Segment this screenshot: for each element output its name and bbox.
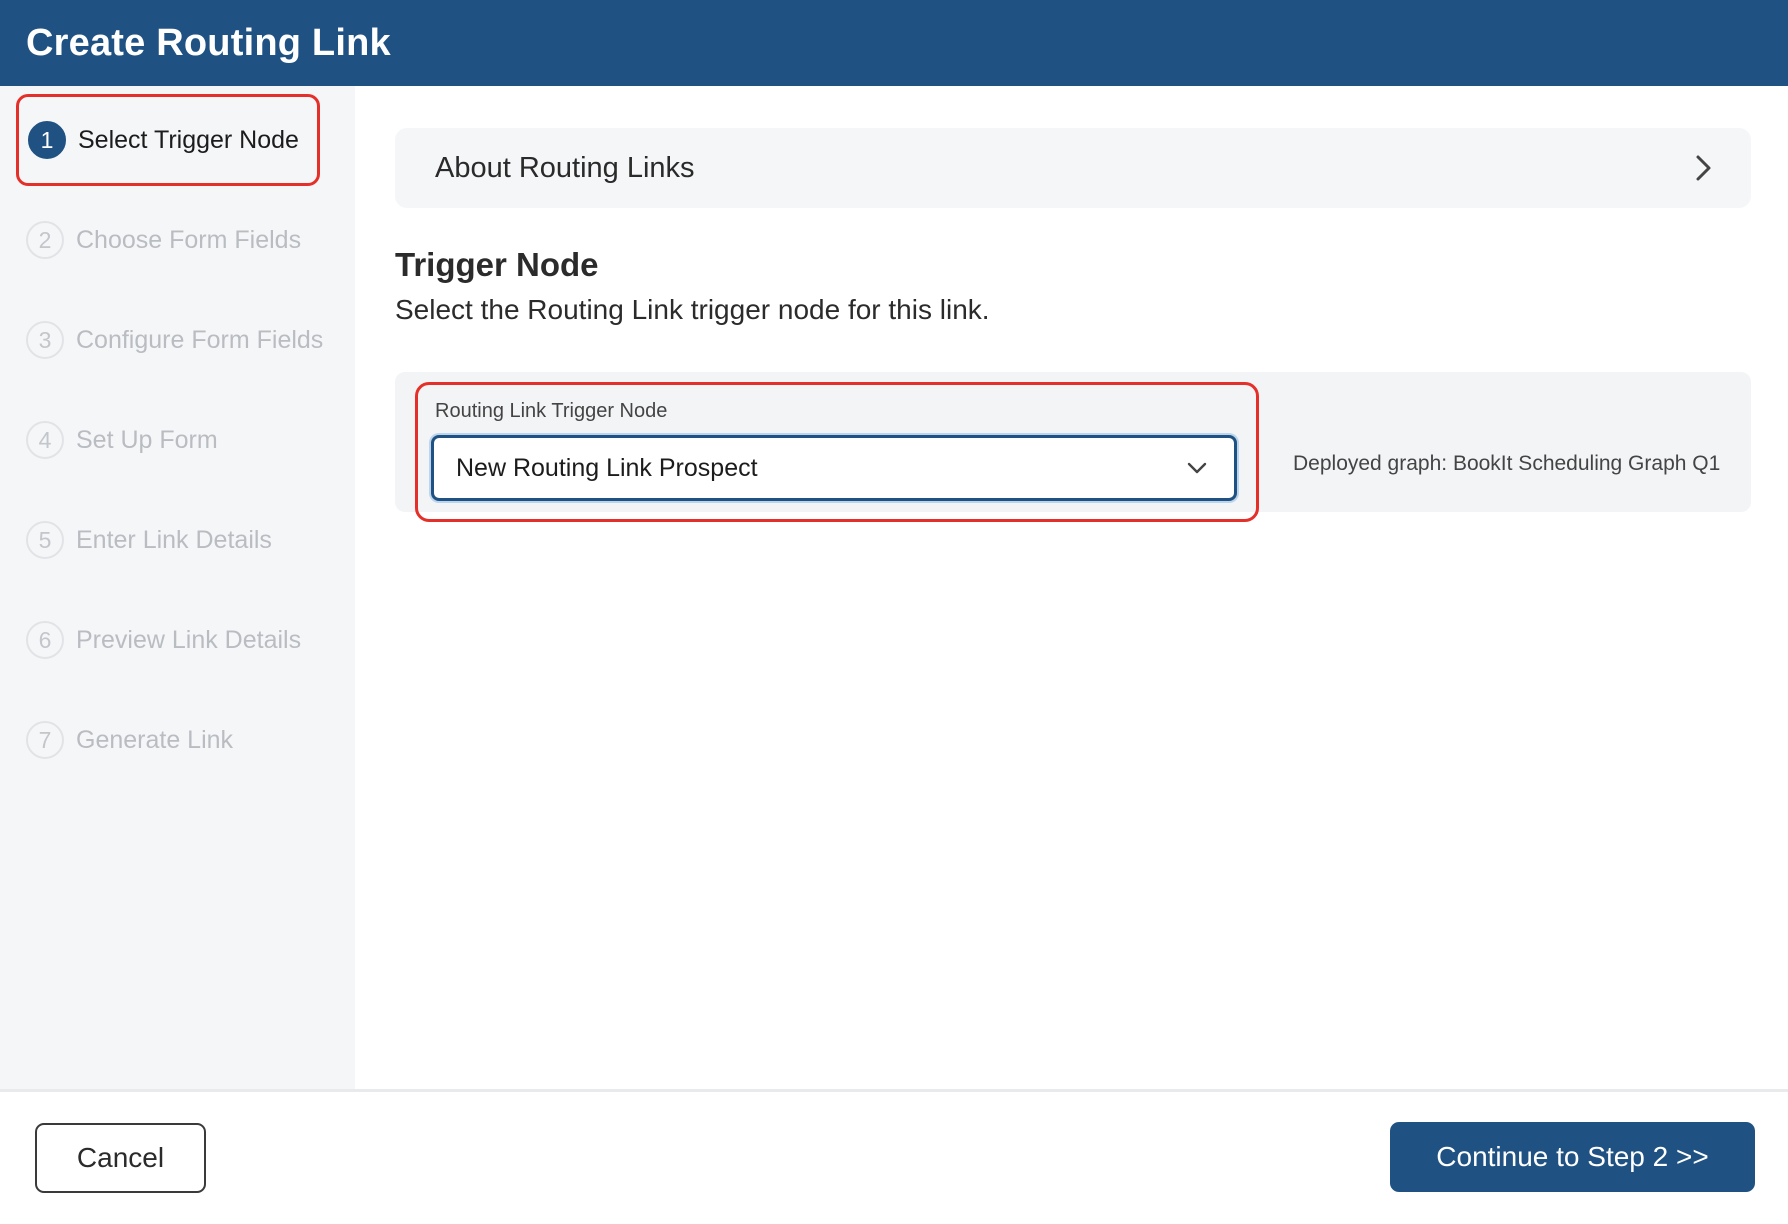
continue-button[interactable]: Continue to Step 2 >> (1390, 1122, 1755, 1192)
step-label: Generate Link (76, 725, 234, 754)
step-enter-link-details[interactable]: 5 Enter Link Details (16, 494, 272, 586)
step-label: Choose Form Fields (76, 225, 302, 254)
step-number-badge: 6 (26, 621, 64, 659)
step-preview-link-details[interactable]: 6 Preview Link Details (16, 594, 301, 686)
cancel-button[interactable]: Cancel (35, 1123, 206, 1193)
step-configure-form-fields[interactable]: 3 Configure Form Fields (16, 294, 323, 386)
trigger-node-selected-value: New Routing Link Prospect (456, 453, 758, 482)
step-generate-link[interactable]: 7 Generate Link (16, 694, 233, 786)
step-number-badge: 4 (26, 421, 64, 459)
step-number-badge: 5 (26, 521, 64, 559)
step-label: Set Up Form (76, 425, 218, 454)
page-title: Create Routing Link (26, 21, 391, 64)
section-description: Select the Routing Link trigger node for… (395, 294, 990, 325)
main-content: About Routing Links Trigger Node Select … (355, 86, 1788, 1089)
step-label: Configure Form Fields (76, 325, 324, 354)
trigger-node-select[interactable]: New Routing Link Prospect (431, 435, 1237, 501)
step-label: Preview Link Details (76, 625, 302, 654)
chevron-right-icon (1696, 155, 1711, 181)
step-number-badge: 3 (26, 321, 64, 359)
deployed-graph-text: Deployed graph: BookIt Scheduling Graph … (1293, 452, 1721, 475)
chevron-down-icon (1187, 462, 1207, 474)
step-label: Enter Link Details (76, 525, 272, 554)
step-number-badge: 7 (26, 721, 64, 759)
step-number-badge: 2 (26, 221, 64, 259)
footer-bar: Cancel Continue to Step 2 >> (0, 1089, 1788, 1224)
about-routing-links-accordion[interactable]: About Routing Links (395, 128, 1751, 208)
header-bar: Create Routing Link (0, 0, 1788, 86)
step-set-up-form[interactable]: 4 Set Up Form (16, 394, 218, 486)
step-label: Select Trigger Node (78, 125, 299, 154)
step-number-badge: 1 (28, 121, 66, 159)
trigger-node-panel: Routing Link Trigger Node New Routing Li… (395, 372, 1751, 522)
section-title: Trigger Node (395, 246, 599, 283)
steps-sidebar: 1 Select Trigger Node 2 Choose Form Fiel… (0, 86, 355, 1089)
about-routing-links-label: About Routing Links (435, 151, 695, 184)
step-select-trigger-node[interactable]: 1 Select Trigger Node (16, 94, 320, 186)
step-choose-form-fields[interactable]: 2 Choose Form Fields (16, 194, 301, 286)
trigger-node-field-label: Routing Link Trigger Node (435, 400, 668, 422)
